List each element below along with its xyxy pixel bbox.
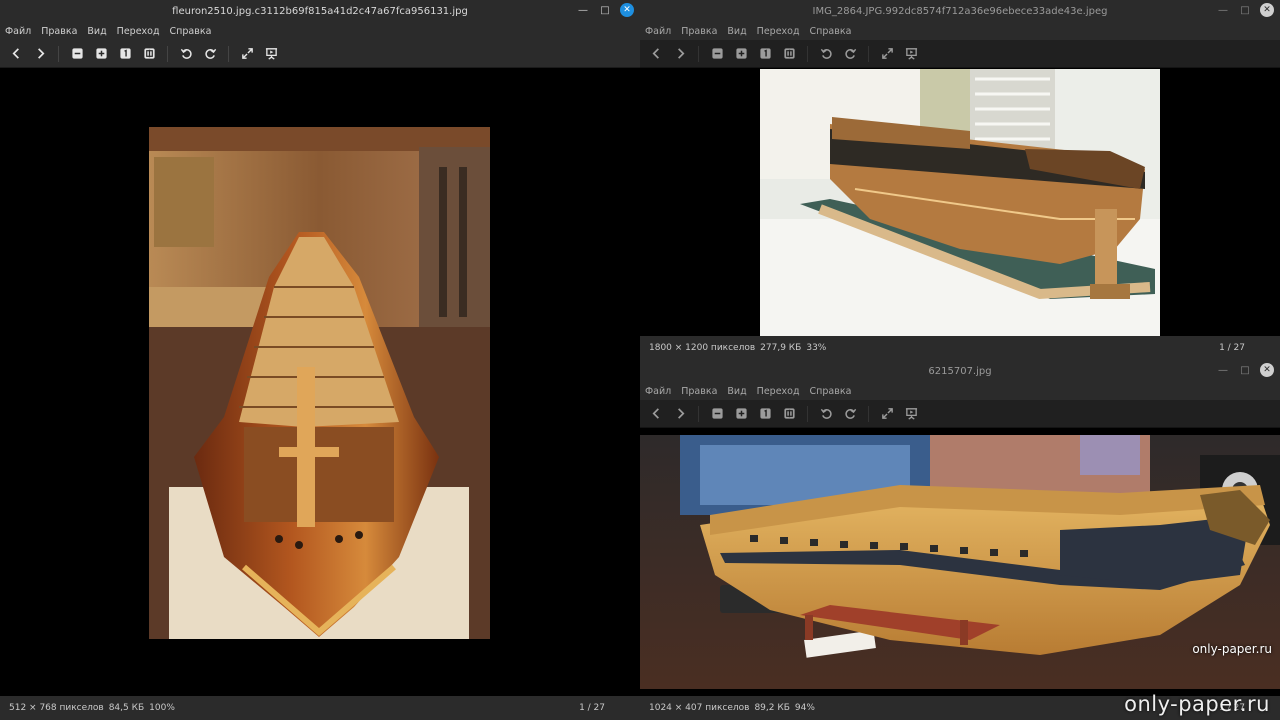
toolbar xyxy=(640,40,1280,68)
rotate-right-icon[interactable] xyxy=(202,46,218,62)
menu-help[interactable]: Справка xyxy=(810,26,852,37)
slideshow-icon[interactable] xyxy=(263,46,279,62)
file-size: 277,9 КБ xyxy=(760,343,802,353)
image-canvas[interactable] xyxy=(0,69,640,696)
menu-bar: Файл Правка Вид Переход Справка xyxy=(0,22,640,40)
zoom-in-icon[interactable] xyxy=(93,46,109,62)
image-counter: 1 / 27 xyxy=(1219,343,1245,353)
image-dimensions: 512 × 768 пикселов xyxy=(9,703,104,713)
title-bar[interactable]: IMG_2864.JPG.992dc8574f712a36e96ebece33a… xyxy=(640,0,1280,22)
menu-edit[interactable]: Правка xyxy=(681,26,717,37)
window-title: 6215707.jpg xyxy=(928,365,992,377)
forward-icon[interactable] xyxy=(672,406,688,422)
back-icon[interactable] xyxy=(8,46,24,62)
ship-hull-photo xyxy=(149,127,490,639)
forward-icon[interactable] xyxy=(32,46,48,62)
window-title: fleuron2510.jpg.c3112b69f815a41d2c47a67f… xyxy=(172,5,468,17)
close-button[interactable]: ✕ xyxy=(1260,363,1274,377)
viewer-window-top-right: IMG_2864.JPG.992dc8574f712a36e96ebece33a… xyxy=(640,0,1280,360)
watermark-small: only-paper.ru xyxy=(1192,642,1272,656)
zoom-fit-icon[interactable] xyxy=(781,46,797,62)
zoom-fit-icon[interactable] xyxy=(781,406,797,422)
menu-help[interactable]: Справка xyxy=(170,26,212,37)
menu-file[interactable]: Файл xyxy=(645,386,671,397)
maximize-button[interactable]: □ xyxy=(1238,3,1252,17)
toolbar-separator xyxy=(167,45,168,62)
menu-file[interactable]: Файл xyxy=(5,26,31,37)
viewer-window-left: fleuron2510.jpg.c3112b69f815a41d2c47a67f… xyxy=(0,0,640,720)
zoom-in-icon[interactable] xyxy=(733,406,749,422)
zoom-level: 33% xyxy=(806,343,827,353)
menu-view[interactable]: Вид xyxy=(87,26,106,37)
rotate-left-icon[interactable] xyxy=(818,46,834,62)
toolbar xyxy=(0,40,640,68)
toolbar-separator xyxy=(58,45,59,62)
menu-bar: Файл Правка Вид Переход Справка xyxy=(640,22,1280,40)
zoom-level: 94% xyxy=(794,703,815,713)
title-bar[interactable]: fleuron2510.jpg.c3112b69f815a41d2c47a67f… xyxy=(0,0,640,22)
maximize-button[interactable]: □ xyxy=(1238,363,1252,377)
toolbar-separator xyxy=(868,405,869,422)
menu-go[interactable]: Переход xyxy=(757,26,800,37)
minimize-button[interactable]: — xyxy=(1216,3,1230,17)
menu-edit[interactable]: Правка xyxy=(681,386,717,397)
rotate-left-icon[interactable] xyxy=(178,46,194,62)
toolbar-separator xyxy=(228,45,229,62)
rotate-right-icon[interactable] xyxy=(842,406,858,422)
zoom-fit-icon[interactable] xyxy=(141,46,157,62)
file-size: 84,5 КБ xyxy=(108,703,145,713)
toolbar-separator xyxy=(807,45,808,62)
slideshow-icon[interactable] xyxy=(903,406,919,422)
zoom-original-icon[interactable] xyxy=(757,46,773,62)
forward-icon[interactable] xyxy=(672,46,688,62)
maximize-button[interactable]: □ xyxy=(598,3,612,17)
image-dimensions: 1024 × 407 пикселов xyxy=(649,703,750,713)
zoom-out-icon[interactable] xyxy=(69,46,85,62)
rotate-right-icon[interactable] xyxy=(842,46,858,62)
rotate-left-icon[interactable] xyxy=(818,406,834,422)
minimize-button[interactable]: — xyxy=(576,3,590,17)
image-canvas[interactable] xyxy=(640,429,1280,696)
ship-of-the-line-model-photo xyxy=(640,435,1280,689)
toolbar-separator xyxy=(868,45,869,62)
image-counter: 1 / 27 xyxy=(579,703,605,713)
menu-edit[interactable]: Правка xyxy=(41,26,77,37)
ship-model-on-stand-photo xyxy=(760,69,1160,336)
close-button[interactable]: ✕ xyxy=(1260,3,1274,17)
back-icon[interactable] xyxy=(648,46,664,62)
zoom-original-icon[interactable] xyxy=(757,406,773,422)
fullscreen-icon[interactable] xyxy=(879,406,895,422)
zoom-out-icon[interactable] xyxy=(709,406,725,422)
close-button[interactable]: ✕ xyxy=(620,3,634,17)
back-icon[interactable] xyxy=(648,406,664,422)
menu-go[interactable]: Переход xyxy=(757,386,800,397)
watermark-large: only-paper.ru xyxy=(1124,692,1270,716)
toolbar-separator xyxy=(807,405,808,422)
fullscreen-icon[interactable] xyxy=(239,46,255,62)
toolbar xyxy=(640,400,1280,428)
window-title: IMG_2864.JPG.992dc8574f712a36e96ebece33a… xyxy=(812,5,1108,17)
slideshow-icon[interactable] xyxy=(903,46,919,62)
minimize-button[interactable]: — xyxy=(1216,363,1230,377)
viewer-window-bottom-right: 6215707.jpg — □ ✕ Файл Правка Вид Перехо… xyxy=(640,360,1280,720)
title-bar[interactable]: 6215707.jpg — □ ✕ xyxy=(640,360,1280,382)
image-canvas[interactable] xyxy=(640,69,1280,336)
zoom-level: 100% xyxy=(149,703,175,713)
menu-view[interactable]: Вид xyxy=(727,26,746,37)
toolbar-separator xyxy=(698,45,699,62)
status-bar: 1800 × 1200 пикселов 277,9 КБ 33% 1 / 27 xyxy=(640,336,1280,360)
zoom-out-icon[interactable] xyxy=(709,46,725,62)
toolbar-separator xyxy=(698,405,699,422)
menu-view[interactable]: Вид xyxy=(727,386,746,397)
image-dimensions: 1800 × 1200 пикселов xyxy=(649,343,756,353)
menu-help[interactable]: Справка xyxy=(810,386,852,397)
zoom-in-icon[interactable] xyxy=(733,46,749,62)
menu-bar: Файл Правка Вид Переход Справка xyxy=(640,382,1280,400)
fullscreen-icon[interactable] xyxy=(879,46,895,62)
zoom-original-icon[interactable] xyxy=(117,46,133,62)
status-bar: 512 × 768 пикселов 84,5 КБ 100% 1 / 27 xyxy=(0,696,640,720)
file-size: 89,2 КБ xyxy=(754,703,790,713)
menu-go[interactable]: Переход xyxy=(117,26,160,37)
menu-file[interactable]: Файл xyxy=(645,26,671,37)
